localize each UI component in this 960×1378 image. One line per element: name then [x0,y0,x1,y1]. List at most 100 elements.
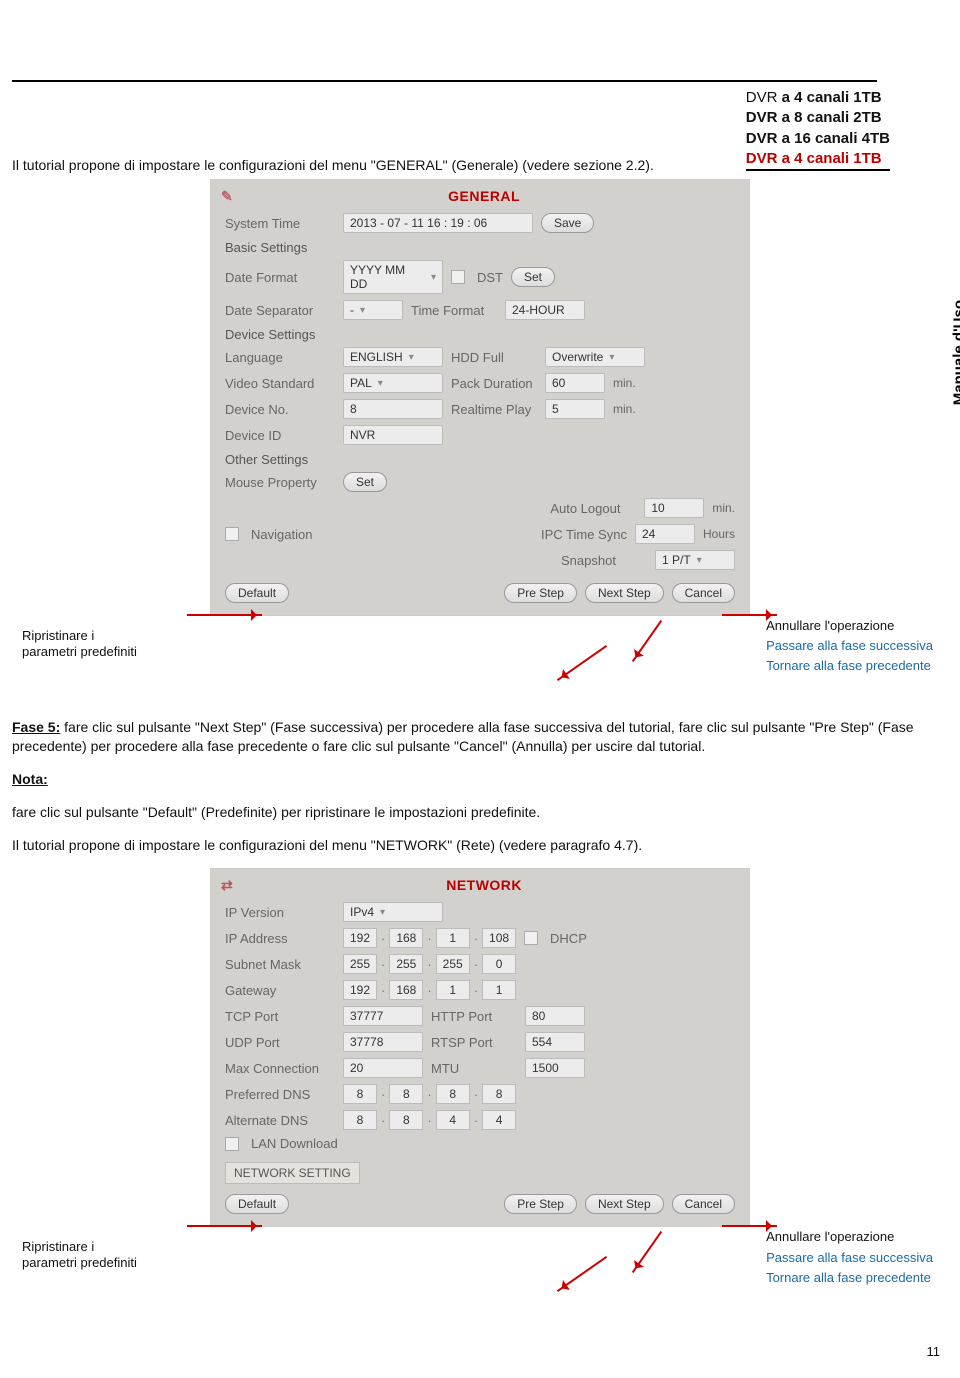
hb3b: a 16 canali 4TB [782,130,890,147]
system-time-label: System Time [225,216,335,231]
language-select[interactable]: ENGLISH [343,347,443,367]
date-sep-label: Date Separator [225,303,335,318]
subnet-input[interactable]: 255· 255· 255· 0 [343,954,516,974]
hb4b: a 4 canali 1TB [782,150,882,167]
pack-dur-label: Pack Duration [451,376,537,391]
network-setting-button[interactable]: NETWORK SETTING [225,1162,360,1184]
ipver-label: IP Version [225,905,335,920]
dhcp-label: DHCP [550,931,587,946]
adns-label: Alternate DNS [225,1113,335,1128]
device-settings-head: Device Settings [225,323,735,344]
network-panel: ⇄ NETWORK IP Version IPv4 IP Address 192·… [210,868,750,1227]
lan-download-checkbox[interactable] [225,1137,239,1151]
dst-checkbox[interactable] [451,270,465,284]
general-title: GENERAL [448,188,520,204]
pack-dur-unit: min. [613,376,636,390]
ipaddr-label: IP Address [225,931,335,946]
cancel-button[interactable]: Cancel [672,583,735,603]
video-std-label: Video Standard [225,376,335,391]
device-id-input[interactable]: NVR [343,425,443,445]
pack-dur-input[interactable]: 60 [545,373,605,393]
dst-set-button[interactable]: Set [511,267,555,287]
gateway-label: Gateway [225,983,335,998]
network-icon: ⇄ [221,877,233,894]
rtsp-port-label: RTSP Port [431,1035,517,1050]
fase5-paragraph: Fase 5: fare clic sul pulsante "Next Ste… [12,718,948,756]
language-label: Language [225,350,335,365]
arrow-icon [557,1256,607,1292]
arrow-icon [187,1225,262,1227]
edit-icon: ✎ [221,188,233,205]
default-button[interactable]: Default [225,583,289,603]
arrow-to-default-icon [187,614,262,616]
net-pre-step-button[interactable]: Pre Step [504,1194,577,1214]
lan-download-label: LAN Download [251,1136,338,1151]
next-step-button[interactable]: Next Step [585,583,664,603]
page-number: 11 [927,1344,941,1359]
network-title: NETWORK [446,877,522,893]
http-port-label: HTTP Port [431,1009,517,1024]
navigation-checkbox[interactable] [225,527,239,541]
network-footer: Default Pre Step Next Step Cancel [225,1184,735,1214]
net-next-step-button[interactable]: Next Step [585,1194,664,1214]
realtime-input[interactable]: 5 [545,399,605,419]
header-variants: DVR a 4 canali 1TB DVR a 8 canali 2TB DV… [746,88,890,175]
auto-logout-input[interactable]: 10 [644,498,704,518]
save-button[interactable]: Save [541,213,594,233]
hb2b: a 8 canali 2TB [782,109,882,126]
http-port-input[interactable]: 80 [525,1006,585,1026]
device-no-label: Device No. [225,402,335,417]
tcp-port-input[interactable]: 37777 [343,1006,423,1026]
gateway-input[interactable]: 192· 168· 1· 1 [343,980,516,1000]
cr-next: Passare alla fase successiva [766,636,933,656]
net-default-button[interactable]: Default [225,1194,289,1214]
max-conn-input[interactable]: 20 [343,1058,423,1078]
general-footer: Default Pre Step Next Step Cancel [225,573,735,603]
realtime-label: Realtime Play [451,402,537,417]
date-sep-select[interactable]: - [343,300,403,320]
ipver-select[interactable]: IPv4 [343,902,443,922]
hb1b: a 4 canali 1TB [782,89,882,106]
arrow-to-pre-icon [557,645,607,681]
time-format-label: Time Format [411,303,497,318]
udp-port-input[interactable]: 37778 [343,1032,423,1052]
snapshot-label: Snapshot [561,553,647,568]
net-cancel-button[interactable]: Cancel [672,1194,735,1214]
max-conn-label: Max Connection [225,1061,335,1076]
arrow-to-next-icon [632,620,662,662]
pdns-input[interactable]: 8· 8· 8· 8 [343,1084,516,1104]
other-settings-head: Other Settings [225,448,735,469]
realtime-unit: min. [613,402,636,416]
mouse-prop-label: Mouse Property [225,475,335,490]
rtsp-port-input[interactable]: 554 [525,1032,585,1052]
ipc-sync-input[interactable]: 24 [635,524,695,544]
arrow-icon [632,1231,662,1273]
hdd-full-select[interactable]: Overwrite [545,347,645,367]
date-format-select[interactable]: YYYY MM DD [343,260,443,294]
cl1: Ripristinare i [22,628,94,643]
basic-settings-head: Basic Settings [225,236,735,257]
mouse-set-button[interactable]: Set [343,472,387,492]
adns-input[interactable]: 8· 8· 4· 4 [343,1110,516,1130]
snapshot-select[interactable]: 1 P/T [655,550,735,570]
auto-logout-label: Auto Logout [550,501,636,516]
cl2: parametri predefiniti [22,644,137,659]
fase5-label: Fase 5: [12,719,60,735]
ipaddr-input[interactable]: 192· 168· 1· 108 [343,928,516,948]
video-std-select[interactable]: PAL [343,373,443,393]
pre-step-button[interactable]: Pre Step [504,583,577,603]
general-panel: ✎ GENERAL System Time 2013 - 07 - 11 16 :… [210,179,750,616]
dhcp-checkbox[interactable] [524,931,538,945]
date-format-label: Date Format [225,270,335,285]
callout-right-2: Annullare l'operazione Passare alla fase… [766,1227,933,1287]
pdns-label: Preferred DNS [225,1087,335,1102]
nota-label: Nota: [12,771,48,787]
system-time-input[interactable]: 2013 - 07 - 11 16 : 19 : 06 [343,213,533,233]
device-no-input[interactable]: 8 [343,399,443,419]
cr-pre: Tornare alla fase precedente [766,656,933,676]
time-format-val: 24-HOUR [505,300,585,320]
hb2a: DVR [746,109,782,126]
callout-network: Ripristinare i parametri predefiniti Ann… [12,1231,948,1315]
mtu-input[interactable]: 1500 [525,1058,585,1078]
ipc-sync-unit: Hours [703,527,735,541]
